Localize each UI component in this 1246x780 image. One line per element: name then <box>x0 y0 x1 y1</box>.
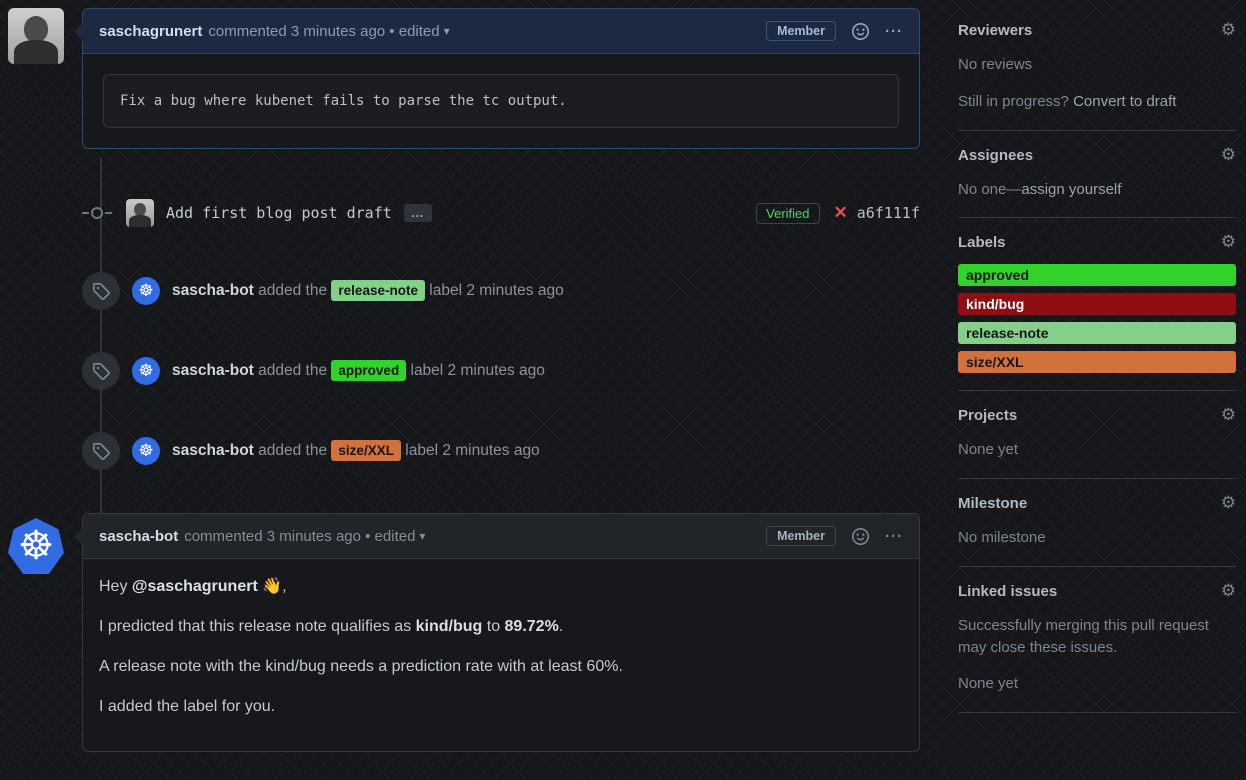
linked-issues-heading: Linked issues <box>958 583 1057 600</box>
sidebar-divider <box>958 566 1236 567</box>
rule-paragraph: A release note with the kind/bug needs a… <box>99 655 903 679</box>
sidebar-divider <box>958 217 1236 218</box>
milestone-empty-text: No milestone <box>958 527 1236 549</box>
assign-yourself-link[interactable]: assign yourself <box>1021 181 1121 198</box>
event-actor-avatar[interactable]: ☸ <box>132 277 160 305</box>
event-actor-avatar[interactable]: ☸ <box>132 357 160 385</box>
comment-timestamp: commented 3 minutes ago • edited <box>208 23 439 40</box>
event-actor-link[interactable]: sascha-bot <box>172 442 254 459</box>
commit-expand-button[interactable]: … <box>404 204 432 222</box>
commit-message-link[interactable]: Add first blog post draft <box>166 204 392 222</box>
add-reaction-button[interactable] <box>852 528 869 545</box>
labels-heading: Labels <box>958 234 1006 251</box>
label-event-row: ☸ sascha-bot added the approved label 2 … <box>82 351 920 391</box>
comment-sascha-bot: sascha-bot commented 3 minutes ago • edi… <box>82 513 920 752</box>
comment-timestamp: commented 3 minutes ago • edited <box>184 528 415 545</box>
closing-paragraph: I added the label for you. <box>99 695 903 719</box>
tag-icon <box>82 432 120 470</box>
convert-to-draft-link[interactable]: Convert to draft <box>1073 93 1176 110</box>
tag-icon <box>82 272 120 310</box>
author-link[interactable]: saschagrunert <box>99 23 202 40</box>
member-badge: Member <box>766 526 836 546</box>
sidebar-section-assignees: Assignees ⚙ No one—assign yourself <box>958 147 1236 201</box>
assignees-heading: Assignees <box>958 147 1033 164</box>
gear-icon[interactable]: ⚙ <box>1221 234 1236 251</box>
kebab-menu-button[interactable]: ··· <box>885 23 903 40</box>
reviewers-heading: Reviewers <box>958 22 1032 39</box>
smiley-icon <box>852 528 869 545</box>
gear-icon[interactable]: ⚙ <box>1221 583 1236 600</box>
sidebar: Reviewers ⚙ No reviews Still in progress… <box>958 0 1236 780</box>
member-badge: Member <box>766 21 836 41</box>
status-failed-x-icon[interactable]: ✕ <box>834 203 848 223</box>
sidebar-section-projects: Projects ⚙ None yet <box>958 407 1236 461</box>
commit-event-row: Add first blog post draft … Verified ✕ a… <box>82 195 920 231</box>
greeting-paragraph: Hey @saschagrunert 👋, <box>99 575 903 599</box>
gear-icon[interactable]: ⚙ <box>1221 22 1236 39</box>
gear-icon[interactable]: ⚙ <box>1221 147 1236 164</box>
linked-issues-description: Successfully merging this pull request m… <box>958 615 1236 659</box>
verified-badge[interactable]: Verified <box>756 203 819 224</box>
git-commit-icon <box>82 207 112 219</box>
linked-issues-empty-text: None yet <box>958 673 1236 695</box>
event-label-pill[interactable]: size/XXL <box>331 440 401 461</box>
projects-heading: Projects <box>958 407 1017 424</box>
comment-header: sascha-bot commented 3 minutes ago • edi… <box>83 514 919 559</box>
event-label-pill[interactable]: release-note <box>331 280 425 301</box>
comment-body: Fix a bug where kubenet fails to parse t… <box>83 54 919 148</box>
kubernetes-wheel-icon: ☸ <box>18 526 54 566</box>
comment-header: saschagrunert commented 3 minutes ago • … <box>83 9 919 54</box>
sidebar-divider <box>958 478 1236 479</box>
kebab-menu-button[interactable]: ··· <box>885 528 903 545</box>
milestone-heading: Milestone <box>958 495 1027 512</box>
label-event-row: ☸ sascha-bot added the size/XXL label 2 … <box>82 431 920 471</box>
pull-request-conversation: ☸ saschagrunert commented 3 minutes ago … <box>0 0 1246 780</box>
author-link[interactable]: sascha-bot <box>99 528 178 545</box>
mention-link[interactable]: @saschagrunert <box>132 578 258 595</box>
add-reaction-button[interactable] <box>852 23 869 40</box>
prediction-paragraph: I predicted that this release note quali… <box>99 615 903 639</box>
avatar-photo <box>24 16 48 42</box>
sidebar-section-milestone: Milestone ⚙ No milestone <box>958 495 1236 549</box>
commit-author-avatar[interactable] <box>126 199 154 227</box>
no-reviews-text: No reviews <box>958 54 1236 76</box>
event-actor-link[interactable]: sascha-bot <box>172 282 254 299</box>
tag-icon <box>82 352 120 390</box>
smiley-icon <box>852 23 869 40</box>
projects-empty-text: None yet <box>958 439 1236 461</box>
sidebar-divider <box>958 130 1236 131</box>
gear-icon[interactable]: ⚙ <box>1221 407 1236 424</box>
label-kind-bug[interactable]: kind/bug <box>958 293 1236 315</box>
avatar-sascha-bot[interactable]: ☸ <box>8 518 64 574</box>
edited-dropdown-caret[interactable]: ▾ <box>419 529 425 543</box>
event-actor-avatar[interactable]: ☸ <box>132 437 160 465</box>
label-size-xxl[interactable]: size/XXL <box>958 351 1236 373</box>
sidebar-divider <box>958 712 1236 713</box>
edited-dropdown-caret[interactable]: ▾ <box>444 24 450 38</box>
sidebar-section-labels: Labels ⚙ approved kind/bug release-note … <box>958 234 1236 373</box>
commit-sha-link[interactable]: a6f111f <box>857 204 920 222</box>
sidebar-section-reviewers: Reviewers ⚙ No reviews Still in progress… <box>958 22 1236 113</box>
avatar-saschagrunert[interactable] <box>8 8 64 64</box>
sidebar-section-linked-issues: Linked issues ⚙ Successfully merging thi… <box>958 583 1236 695</box>
event-actor-link[interactable]: sascha-bot <box>172 362 254 379</box>
event-label-pill[interactable]: approved <box>331 360 406 381</box>
gear-icon[interactable]: ⚙ <box>1221 495 1236 512</box>
label-event-row: ☸ sascha-bot added the release-note labe… <box>82 271 920 311</box>
sidebar-divider <box>958 390 1236 391</box>
label-approved[interactable]: approved <box>958 264 1236 286</box>
comment-saschagrunert: saschagrunert commented 3 minutes ago • … <box>82 8 920 149</box>
comment-body: Hey @saschagrunert 👋, I predicted that t… <box>83 559 919 751</box>
code-block: Fix a bug where kubenet fails to parse t… <box>103 74 899 128</box>
timeline-column: ☸ saschagrunert commented 3 minutes ago … <box>0 0 920 780</box>
label-release-note[interactable]: release-note <box>958 322 1236 344</box>
